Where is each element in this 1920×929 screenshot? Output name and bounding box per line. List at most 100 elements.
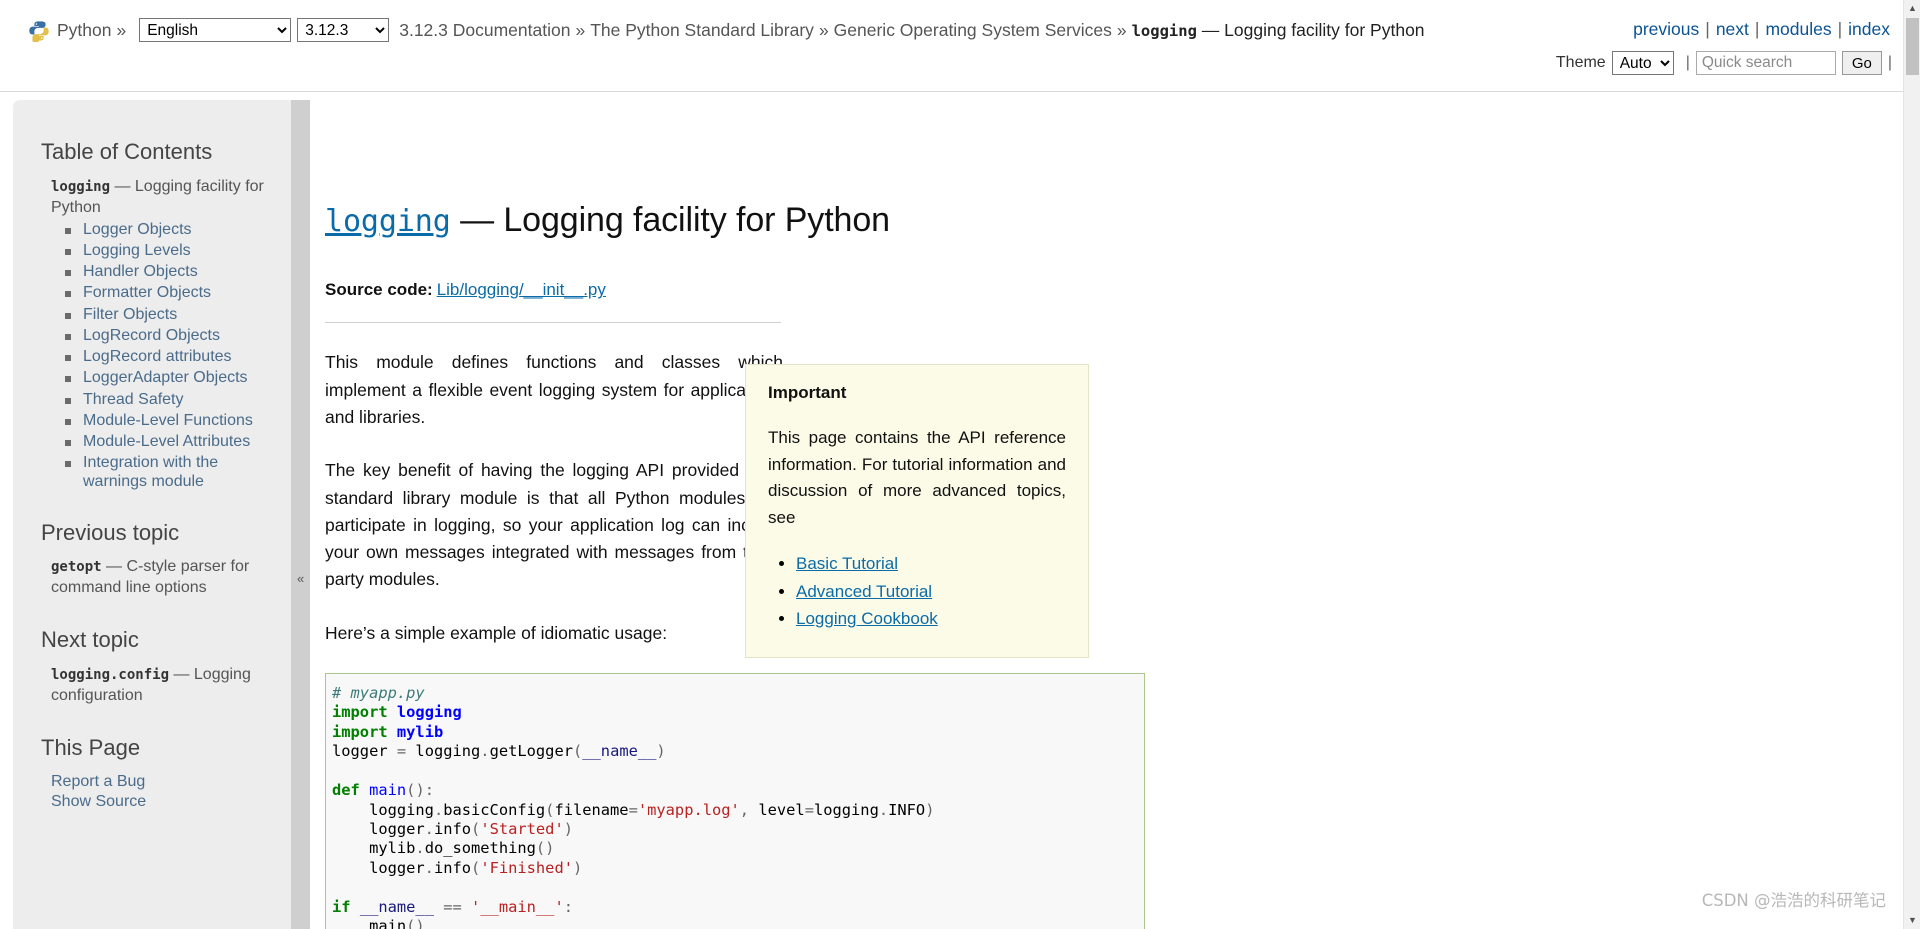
toc-link[interactable]: Integration with the warnings module <box>83 454 218 489</box>
toc-link[interactable]: LoggerAdapter Objects <box>83 369 248 386</box>
toc-item-integration-warnings[interactable]: Integration with the warnings module <box>65 454 283 490</box>
code-block-content: # myapp.py import logging import mylib l… <box>332 684 935 929</box>
sidebar-content: Table of Contents logging — Logging faci… <box>13 100 305 812</box>
toc-item-module-level-attributes[interactable]: Module-Level Attributes <box>65 433 283 451</box>
source-code-line: Source code: Lib/logging/__init__.py <box>325 280 1892 300</box>
show-source-item[interactable]: Show Source <box>51 792 283 812</box>
breadcrumb-separator-1: » <box>575 19 586 40</box>
page-title-rest: — Logging facility for Python <box>450 201 890 239</box>
advanced-tutorial-link[interactable]: Advanced Tutorial <box>796 582 932 601</box>
breadcrumb-current-rest: — Logging facility for Python <box>1201 19 1425 40</box>
admonition-links-list: Basic Tutorial Advanced Tutorial Logging… <box>768 551 1066 632</box>
next-topic-heading: Next topic <box>41 627 139 653</box>
toc-item-filter-objects[interactable]: Filter Objects <box>65 306 283 324</box>
logging-cookbook-link[interactable]: Logging Cookbook <box>796 609 938 628</box>
toc-item-handler-objects[interactable]: Handler Objects <box>65 263 283 281</box>
admonition-list-item[interactable]: Basic Tutorial <box>796 551 1066 577</box>
theme-label: Theme <box>1555 54 1606 71</box>
breadcrumb-current-code: logging <box>1131 21 1197 40</box>
breadcrumb-separator-0: » <box>116 19 127 40</box>
admonition-body: This page contains the API reference inf… <box>768 428 1066 527</box>
toc-root-entry[interactable]: logging — Logging facility for Python <box>51 176 283 218</box>
nav-previous-link[interactable]: previous <box>1633 19 1699 39</box>
admonition-list-item[interactable]: Advanced Tutorial <box>796 579 1066 605</box>
nav-pipe-3: | <box>1837 19 1843 39</box>
nav-right-links: previous | next | modules | index <box>1633 19 1890 40</box>
report-a-bug-item[interactable]: Report a Bug <box>51 772 283 792</box>
browser-vertical-scrollbar[interactable]: ▲ ▼ <box>1903 0 1920 929</box>
toc-link[interactable]: Module-Level Attributes <box>83 433 250 450</box>
intro-paragraph-3: Here’s a simple example of idiomatic usa… <box>325 622 668 643</box>
scroll-up-arrow-icon[interactable]: ▲ <box>1904 0 1920 17</box>
page-title: logging — Logging facility for Python <box>325 201 1892 239</box>
page-body: Table of Contents logging — Logging faci… <box>0 92 1920 929</box>
toc-link[interactable]: Filter Objects <box>83 306 177 323</box>
show-source-link[interactable]: Show Source <box>51 793 146 810</box>
scroll-down-arrow-icon[interactable]: ▼ <box>1904 912 1920 929</box>
theme-and-search-row: Theme Auto | Go | <box>1556 51 1898 75</box>
admonition-list-item[interactable]: Logging Cookbook <box>796 606 1066 632</box>
breadcrumb: Python » English 3.12.3 3.12.3 Documenta… <box>0 0 1920 44</box>
source-code-label: Source code: <box>325 280 433 300</box>
toc-item-logger-objects[interactable]: Logger Objects <box>65 221 283 239</box>
toc-link[interactable]: LogRecord attributes <box>83 348 232 365</box>
intro-section: This module defines functions and classe… <box>325 349 1892 659</box>
toc-link[interactable]: Module-Level Functions <box>83 412 253 429</box>
watermark: CSDN @浩浩的科研笔记 <box>1701 891 1886 910</box>
next-topic-link[interactable]: logging.config — Logging configuration <box>51 664 283 706</box>
breadcrumb-current: logging — Logging facility for Python <box>1132 20 1425 41</box>
breadcrumb-link-generic-os[interactable]: Generic Operating System Services <box>834 20 1112 41</box>
version-select[interactable]: 3.12.3 <box>297 18 390 42</box>
toc-item-logrecord-objects[interactable]: LogRecord Objects <box>65 327 283 345</box>
nav-next-link[interactable]: next <box>1716 19 1749 39</box>
previous-topic-code: getopt <box>51 559 102 576</box>
scrollbar-thumb[interactable] <box>1906 18 1919 75</box>
toc-heading: Table of Contents <box>41 139 213 164</box>
toc-item-thread-safety[interactable]: Thread Safety <box>65 391 283 409</box>
important-admonition: Important This page contains the API ref… <box>745 364 1089 659</box>
horizontal-rule <box>325 322 781 324</box>
toc-item-logging-levels[interactable]: Logging Levels <box>65 242 283 260</box>
toc-link[interactable]: Handler Objects <box>83 263 198 280</box>
intro-paragraph-2: The key benefit of having the logging AP… <box>325 460 783 590</box>
toc-item-module-level-functions[interactable]: Module-Level Functions <box>65 412 283 430</box>
this-page-links: Report a Bug Show Source <box>51 772 283 812</box>
toc-item-formatter-objects[interactable]: Formatter Objects <box>65 284 283 302</box>
nav-pipe-2: | <box>1754 19 1760 39</box>
page-title-module-link[interactable]: logging <box>325 204 451 239</box>
nav-pipe-4: | <box>1685 54 1690 71</box>
code-block-example[interactable]: # myapp.py import logging import mylib l… <box>325 673 1145 929</box>
report-a-bug-link[interactable]: Report a Bug <box>51 773 145 790</box>
sidebar-collapse-handle[interactable]: « <box>296 100 310 929</box>
previous-topic-link[interactable]: getopt — C-style parser for command line… <box>51 556 283 598</box>
brand-link[interactable]: Python <box>57 20 111 41</box>
breadcrumb-link-docs[interactable]: 3.12.3 Documentation <box>399 20 570 41</box>
theme-select[interactable]: Auto <box>1611 51 1674 75</box>
nav-modules-link[interactable]: modules <box>1765 19 1831 39</box>
search-input[interactable] <box>1695 51 1836 75</box>
toc-item-logrecord-attributes[interactable]: LogRecord attributes <box>65 348 283 366</box>
language-select[interactable]: English <box>139 18 292 42</box>
toc-link[interactable]: Logger Objects <box>83 221 192 238</box>
search-go-button[interactable]: Go <box>1841 51 1882 75</box>
sidebar: Table of Contents logging — Logging faci… <box>13 100 305 929</box>
this-page-heading: This Page <box>41 735 141 761</box>
nav-pipe-5: | <box>1887 54 1892 71</box>
chevron-left-icon: « <box>297 571 305 586</box>
previous-topic-heading: Previous topic <box>41 519 180 545</box>
basic-tutorial-link[interactable]: Basic Tutorial <box>796 554 898 573</box>
python-logo-icon <box>28 20 50 43</box>
breadcrumb-separator-3: » <box>1116 19 1127 40</box>
breadcrumb-link-stdlib[interactable]: The Python Standard Library <box>590 20 814 41</box>
intro-paragraphs: This module defines functions and classe… <box>325 349 783 647</box>
toc-link[interactable]: Formatter Objects <box>83 284 211 301</box>
toc-link[interactable]: Thread Safety <box>83 391 184 408</box>
document-content: logging — Logging facility for Python So… <box>325 100 1892 929</box>
nav-index-link[interactable]: index <box>1848 19 1890 39</box>
nav-pipe-1: | <box>1705 19 1710 39</box>
toc-link[interactable]: LogRecord Objects <box>83 327 220 344</box>
top-navigation-bar: Python » English 3.12.3 3.12.3 Documenta… <box>0 0 1920 92</box>
toc-item-loggeradapter-objects[interactable]: LoggerAdapter Objects <box>65 369 283 387</box>
toc-link[interactable]: Logging Levels <box>83 242 191 259</box>
source-code-link[interactable]: Lib/logging/__init__.py <box>437 280 606 299</box>
